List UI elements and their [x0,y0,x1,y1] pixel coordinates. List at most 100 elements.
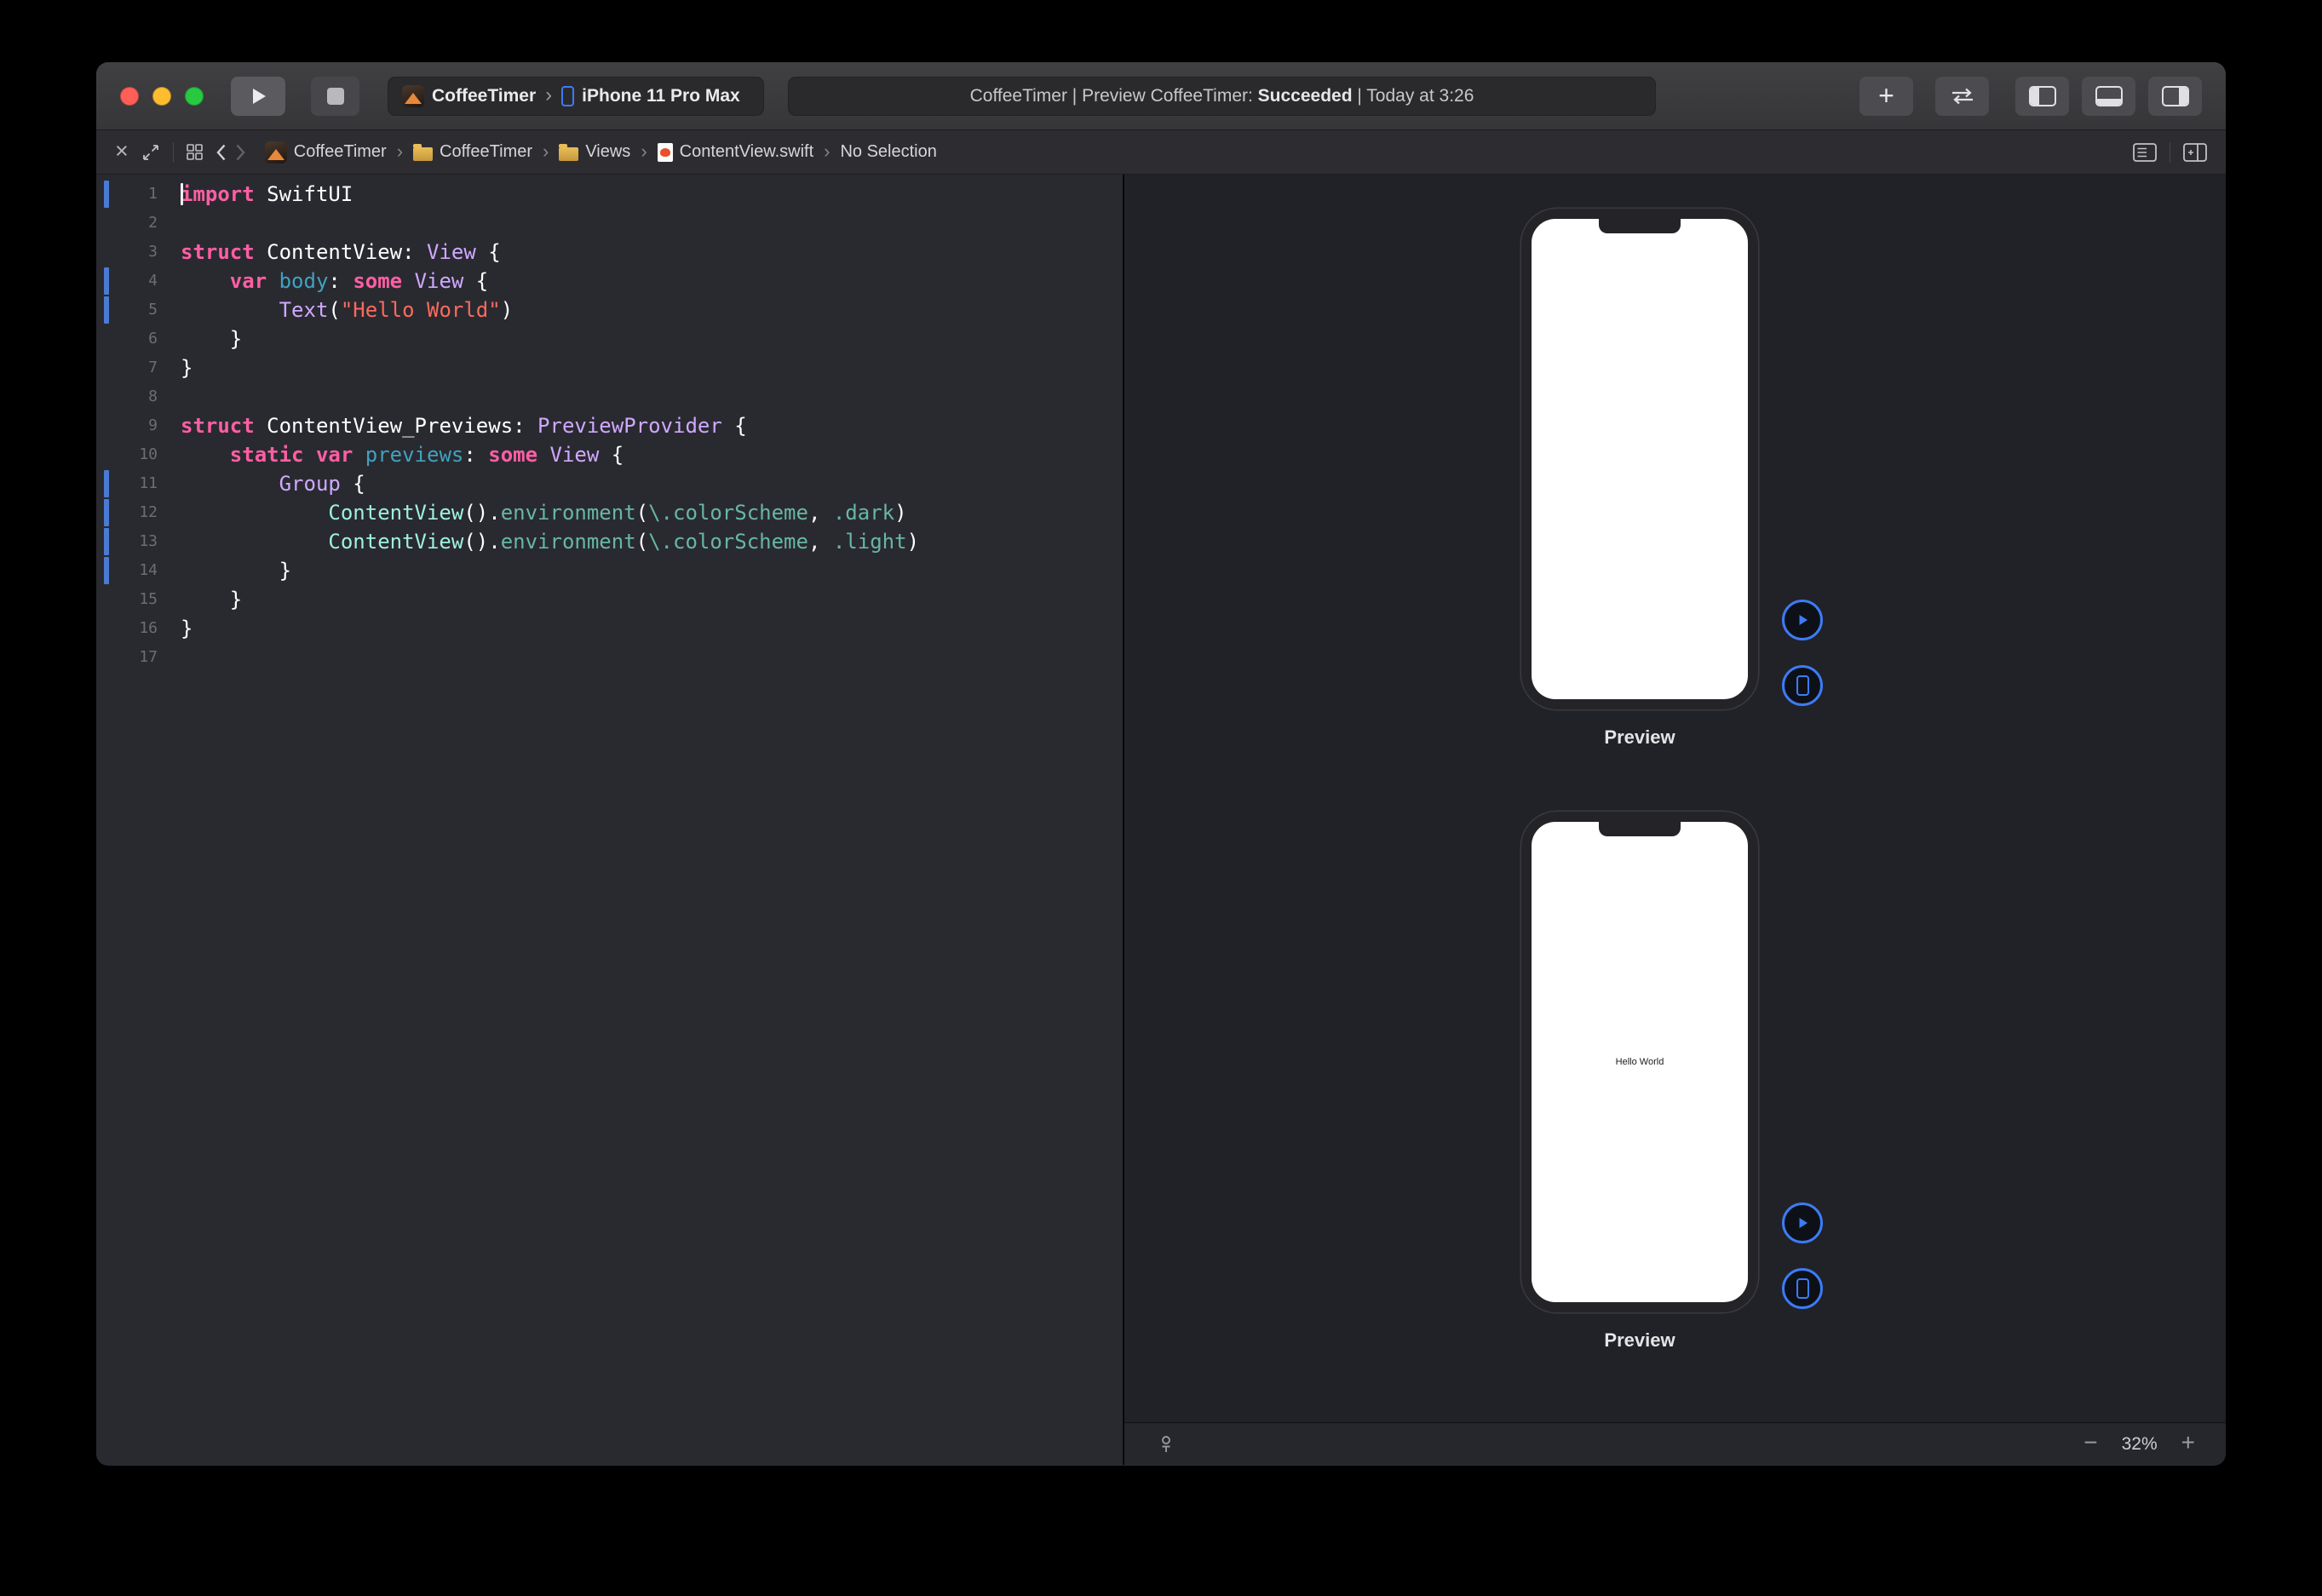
zoom-in-button[interactable]: + [2181,1434,2195,1455]
preview-on-device-button-2[interactable] [1782,1268,1823,1309]
minimize-window-button[interactable] [152,87,171,106]
code-lines[interactable]: import SwiftUI struct ContentView: View {… [170,180,1123,1465]
pin-icon [1155,1433,1177,1455]
scheme-selector[interactable]: CoffeeTimer › iPhone 11 Pro Max [388,77,764,116]
breadcrumb-item-contentview-swift[interactable]: ContentView.swift [658,142,814,162]
chevron-left-icon [216,143,227,162]
minimize-editor-button[interactable] [141,143,160,162]
editor-area: 1234567891011121314151617 import SwiftUI… [96,175,2226,1465]
line-number[interactable]: 8 [96,382,170,411]
scheme-app-name: CoffeeTimer [432,86,536,106]
activity-viewer[interactable]: CoffeeTimer | Preview CoffeeTimer: Succe… [788,77,1656,116]
inspectors-toggle-button[interactable] [2148,77,2202,116]
change-bar [104,557,109,584]
breadcrumb-label: No Selection [840,142,936,162]
line-number[interactable]: 9 [96,411,170,440]
line-number[interactable]: 7 [96,353,170,382]
code-line[interactable]: } [181,614,1123,643]
window-controls [120,87,204,106]
breadcrumb-item-coffeetimer[interactable]: CoffeeTimer [413,142,532,162]
line-number[interactable]: 5 [96,296,170,324]
preview-canvas: Preview Hello World Preview [1124,175,2226,1465]
chevron-separator: › [545,83,552,107]
library-button[interactable]: + [1859,77,1913,116]
run-button[interactable] [231,77,285,116]
code-line[interactable]: import SwiftUI [181,180,1123,209]
code-line[interactable]: Group { [181,469,1123,498]
change-bar [104,181,109,208]
code-line[interactable]: struct ContentView_Previews: PreviewProv… [181,411,1123,440]
breadcrumb-label: CoffeeTimer [294,142,387,162]
editor-options-button[interactable] [2133,143,2157,162]
app-icon [265,141,287,164]
jump-bar: × CoffeeTimer›CoffeeTimer›Views›ContentV… [96,130,2226,175]
line-number[interactable]: 10 [96,440,170,469]
code-line[interactable] [181,643,1123,672]
live-preview-button-1[interactable] [1782,600,1823,640]
line-number[interactable]: 15 [96,585,170,614]
line-number[interactable]: 3 [96,238,170,267]
navigator-toggle-button[interactable] [2015,77,2069,116]
back-button[interactable] [216,143,227,162]
forward-button[interactable] [235,143,246,162]
related-items-button[interactable] [187,144,203,160]
add-editor-button[interactable] [2183,143,2207,162]
code-line[interactable]: ContentView().environment(\.colorScheme,… [181,527,1123,556]
code-editor[interactable]: 1234567891011121314151617 import SwiftUI… [96,175,1123,1465]
play-icon [247,85,269,107]
zoom-out-button[interactable]: − [2083,1434,2097,1455]
left-panel-icon [2029,86,2056,106]
play-icon [1795,1215,1810,1231]
phone-screen-2: Hello World [1532,822,1748,1302]
line-number[interactable]: 1 [96,180,170,209]
phone-notch [1599,822,1681,836]
code-line[interactable]: var body: some View { [181,267,1123,296]
breadcrumb-label: Views [585,142,630,162]
code-line[interactable]: struct ContentView: View { [181,238,1123,267]
breadcrumb-item-no-selection[interactable]: No Selection [840,142,936,162]
line-number[interactable]: 17 [96,643,170,672]
debug-area-toggle-button[interactable] [2082,77,2135,116]
line-number[interactable]: 16 [96,614,170,643]
preview-on-device-button-1[interactable] [1782,665,1823,706]
bottom-panel-icon [2095,86,2123,106]
code-line[interactable]: static var previews: some View { [181,440,1123,469]
stop-button[interactable] [311,77,359,116]
phone-screen-1 [1532,219,1748,699]
close-editor-button[interactable]: × [115,142,129,163]
line-number[interactable]: 2 [96,209,170,238]
breadcrumb-separator: › [543,141,549,163]
line-number[interactable]: 12 [96,498,170,527]
code-line[interactable] [181,209,1123,238]
gutter[interactable]: 1234567891011121314151617 [96,180,170,1465]
close-window-button[interactable] [120,87,139,106]
line-number[interactable]: 6 [96,324,170,353]
close-icon: × [115,140,129,163]
line-number[interactable]: 13 [96,527,170,556]
scheme-device-name: iPhone 11 Pro Max [582,86,740,106]
line-number[interactable]: 14 [96,556,170,585]
zoom-level: 32% [2122,1434,2158,1455]
live-preview-button-2[interactable] [1782,1203,1823,1243]
code-line[interactable] [181,382,1123,411]
pin-button[interactable] [1155,1433,1177,1455]
code-line[interactable]: } [181,353,1123,382]
preview-phone-2: Hello World [1521,812,1758,1312]
chevron-right-icon [235,143,246,162]
code-line[interactable]: } [181,585,1123,614]
status-text-right: | Today at 3:26 [1353,86,1474,106]
zoom-window-button[interactable] [185,87,204,106]
code-line[interactable]: Text("Hello World") [181,296,1123,324]
change-bar [104,470,109,497]
breadcrumb-item-views[interactable]: Views [559,142,630,162]
status-text-result: Succeeded [1258,86,1353,106]
breadcrumb-separator: › [824,141,830,163]
code-review-button[interactable] [1935,77,1989,116]
code-line[interactable]: } [181,556,1123,585]
breadcrumb-item-coffeetimer[interactable]: CoffeeTimer [265,141,387,164]
line-number[interactable]: 4 [96,267,170,296]
code-line[interactable]: } [181,324,1123,353]
text-caret [181,183,183,205]
line-number[interactable]: 11 [96,469,170,498]
code-line[interactable]: ContentView().environment(\.colorScheme,… [181,498,1123,527]
